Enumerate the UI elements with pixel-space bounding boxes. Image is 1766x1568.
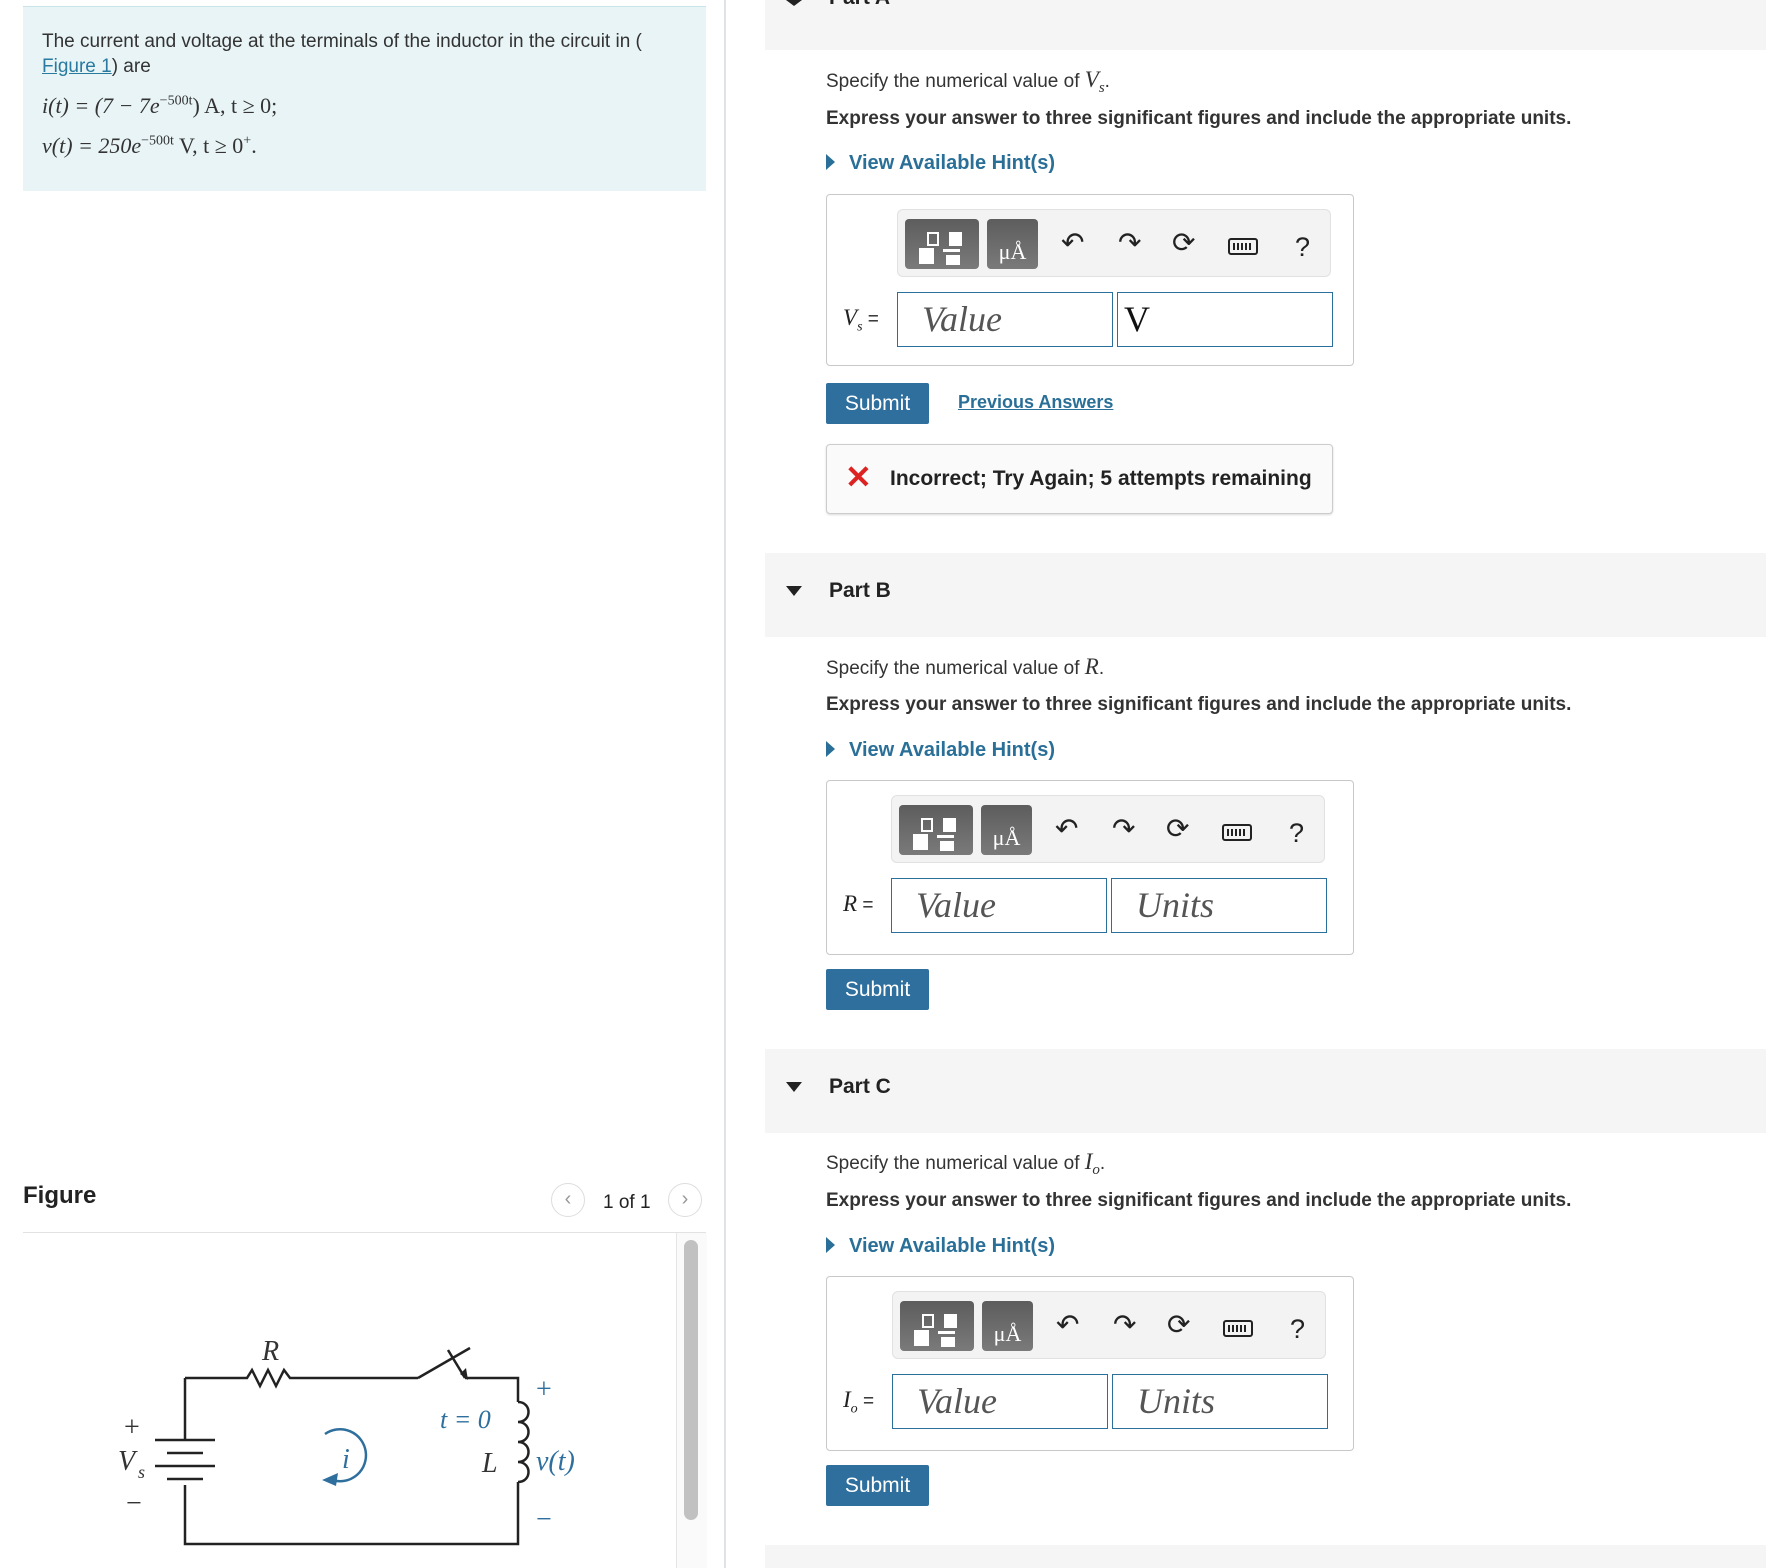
expand-triangle-icon [826,154,835,170]
label-minus-L: − [536,1504,552,1535]
current-equation: i(t) = (7 − 7e−500t) A, t ≥ 0; [42,93,278,118]
left-panel: The current and voltage at the terminals… [0,0,725,1568]
part-a-feedback: ✕ Incorrect; Try Again; 5 attempts remai… [826,444,1333,514]
label-minus-Vs: − [126,1488,142,1519]
part-a-hint-link[interactable]: View Available Hint(s) [826,152,1055,175]
math-toolbar: μÅ ↶ ↷ ⟳ ? [897,209,1331,277]
units-icon[interactable]: μÅ [981,805,1032,855]
keyboard-icon[interactable] [1223,1320,1253,1337]
label-i: i [342,1444,350,1475]
panel-divider [724,0,726,1568]
part-b-units-input[interactable]: Units [1111,878,1327,933]
figure-divider [23,1232,706,1233]
feedback-message: Incorrect; Try Again; 5 attempts remaini… [890,467,1312,490]
circuit-diagram: R i t = 0 L v(t) + − + V s − [118,1336,575,1546]
chevron-right-icon[interactable]: › [668,1183,702,1217]
expand-triangle-icon [826,1237,835,1253]
redo-icon[interactable]: ↷ [1112,814,1135,844]
templates-icon[interactable] [905,219,979,269]
part-a-answer-box: μÅ ↶ ↷ ⟳ ? Vs = Value V [826,194,1354,366]
redo-icon[interactable]: ↷ [1118,228,1141,258]
wire-right [183,1482,520,1546]
part-c-units-input[interactable]: Units [1112,1374,1328,1429]
part-a-question: Specify the numerical value of Vs. [826,67,1110,96]
part-b-answer-box: μÅ ↶ ↷ ⟳ ? R = Value Units [826,780,1354,955]
figure-pager: 1 of 1 [603,1192,651,1213]
previous-answers-link[interactable]: Previous Answers [958,392,1113,413]
undo-icon[interactable]: ↶ [1056,1310,1079,1340]
part-b-submit-button[interactable]: Submit [826,969,929,1010]
label-Vs: V [118,1446,138,1477]
label-t0: t = 0 [440,1405,491,1434]
figure-title: Figure [23,1182,97,1209]
problem-statement: The current and voltage at the terminals… [23,6,706,191]
figure-link[interactable]: Figure 1 [42,56,112,77]
label-plus-Vs: + [124,1412,140,1443]
label-R: R [261,1336,279,1367]
part-c-answer-box: μÅ ↶ ↷ ⟳ ? Io = Value Units [826,1276,1354,1451]
part-a-instructions: Express your answer to three significant… [826,108,1572,129]
part-c-label: Part C [829,1075,891,1098]
part-c-instructions: Express your answer to three significant… [826,1190,1572,1211]
redo-icon[interactable]: ↷ [1113,1310,1136,1340]
part-c-value-input[interactable]: Value [892,1374,1108,1429]
collapse-triangle-icon[interactable] [786,586,802,596]
keyboard-icon[interactable] [1228,238,1258,255]
part-c-question: Specify the numerical value of Io. [826,1149,1106,1178]
error-x-icon: ✕ [845,459,872,495]
label-Vs-sub: s [138,1462,145,1482]
inductor-coil [517,1400,530,1484]
collapse-triangle-icon[interactable] [786,0,802,6]
part-a-value-input[interactable]: Value [897,292,1113,347]
part-b-value-input[interactable]: Value [891,878,1107,933]
reset-icon[interactable]: ⟳ [1167,1310,1190,1340]
expand-triangle-icon [826,741,835,757]
units-icon[interactable]: μÅ [987,219,1038,269]
wire-top [185,1367,418,1389]
collapse-triangle-icon[interactable] [786,1082,802,1092]
part-b-question: Specify the numerical value of R. [826,654,1105,679]
wire-switch-right [465,1376,520,1402]
math-toolbar: μÅ ↶ ↷ ⟳ ? [892,1291,1326,1359]
problem-intro: The current and voltage at the terminals… [42,31,642,77]
part-a-var-label: Vs = [843,305,879,335]
part-c-submit-button[interactable]: Submit [826,1465,929,1506]
label-vt: v(t) [536,1446,575,1477]
keyboard-icon[interactable] [1222,824,1252,841]
chevron-left-icon[interactable]: ‹ [551,1183,585,1217]
part-b-hint-link[interactable]: View Available Hint(s) [826,739,1055,762]
reset-icon[interactable]: ⟳ [1166,814,1189,844]
help-icon[interactable]: ? [1290,1314,1305,1345]
figure-scroll-thumb[interactable] [684,1240,698,1520]
part-a-submit-button[interactable]: Submit [826,383,929,424]
label-L: L [481,1448,498,1479]
reset-icon[interactable]: ⟳ [1172,228,1195,258]
next-part-header [765,1545,1766,1568]
label-plus-L: + [536,1374,552,1405]
part-a-header[interactable]: Part A [765,0,1766,50]
part-b-header[interactable]: Part B [765,553,1766,637]
part-b-instructions: Express your answer to three significant… [826,694,1572,715]
part-c-hint-link[interactable]: View Available Hint(s) [826,1235,1055,1258]
part-c-var-label: Io = [843,1387,875,1417]
voltage-equation: v(t) = 250e−500t V, t ≥ 0+. [42,133,257,158]
templates-icon[interactable] [899,805,973,855]
units-icon[interactable]: μÅ [982,1301,1033,1351]
templates-icon[interactable] [900,1301,974,1351]
current-arrowhead [322,1473,338,1486]
part-b-label: Part B [829,579,891,602]
part-b-var-label: R = [843,891,874,916]
part-a-label: Part A [829,0,890,10]
undo-icon[interactable]: ↶ [1055,814,1078,844]
part-c-header[interactable]: Part C [765,1049,1766,1133]
undo-icon[interactable]: ↶ [1061,228,1084,258]
help-icon[interactable]: ? [1295,232,1310,263]
part-a-units-input[interactable]: V [1117,292,1333,347]
math-toolbar: μÅ ↶ ↷ ⟳ ? [891,795,1325,863]
help-icon[interactable]: ? [1289,818,1304,849]
